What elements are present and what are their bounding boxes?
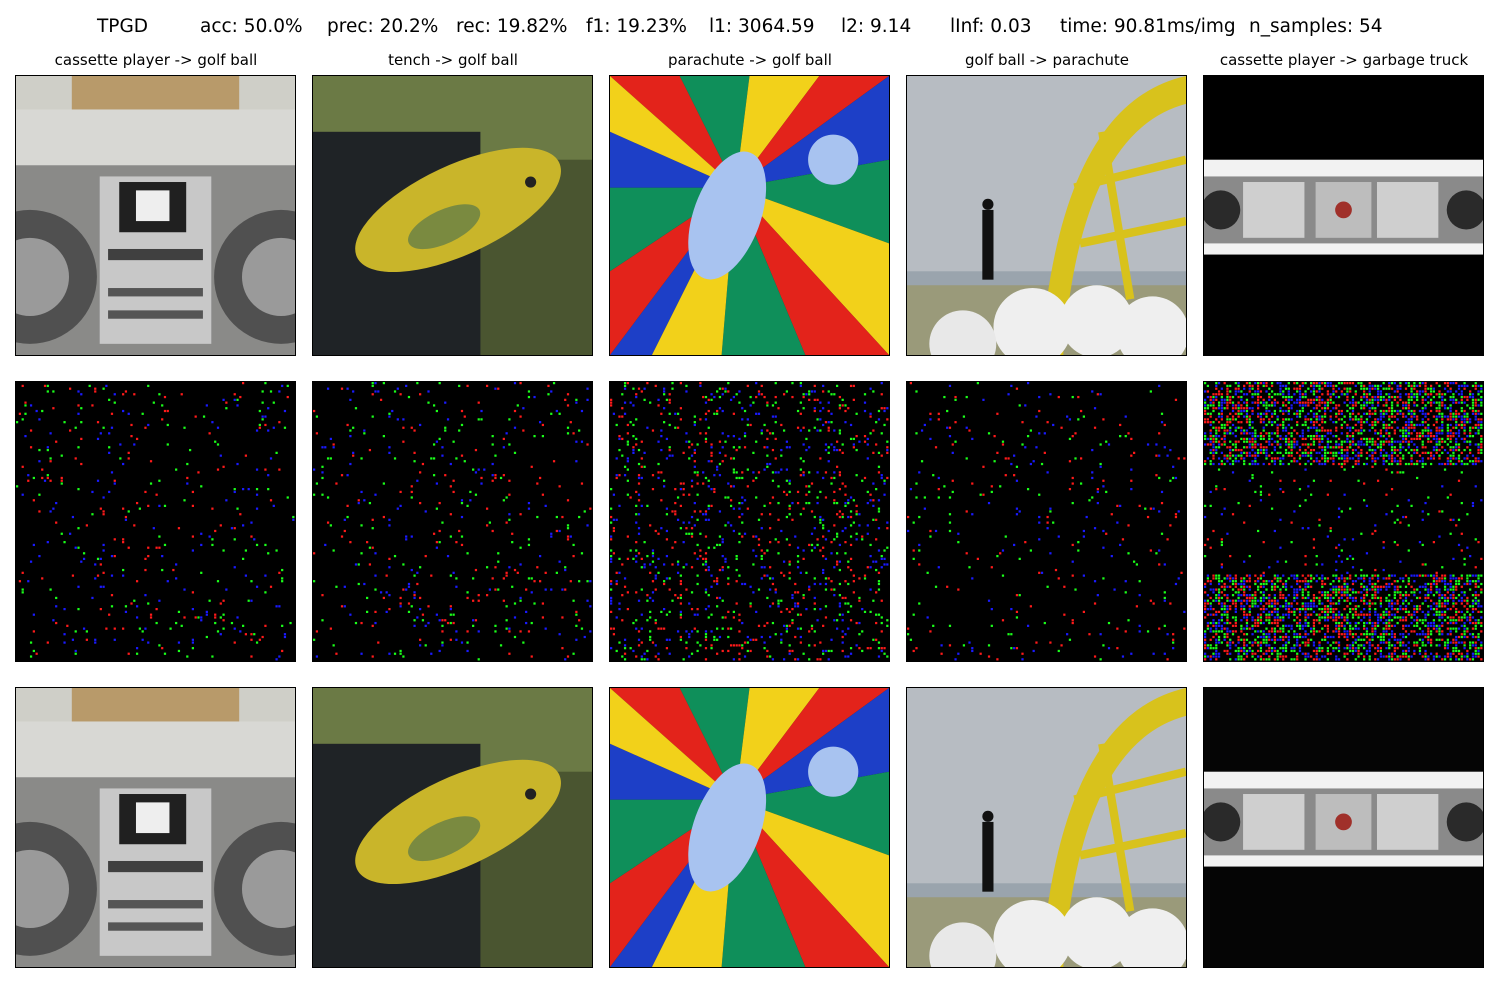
- original-boombox-image: [15, 75, 296, 356]
- time-metric: time: 90.81ms/img: [1060, 16, 1236, 37]
- column-title-2: tench -> golf ball: [388, 51, 518, 69]
- column-title-1: cassette player -> golf ball: [54, 51, 258, 69]
- precision-metric: prec: 20.2%: [327, 16, 439, 37]
- l1-metric: l1: 3064.59: [709, 16, 815, 37]
- adversarial-stereo-image: [1203, 687, 1484, 968]
- column-title-4: golf ball -> parachute: [965, 51, 1129, 69]
- recall-metric: rec: 19.82%: [456, 16, 568, 37]
- adversarial-fish-image: [312, 687, 593, 968]
- perturbation-map-4: [906, 381, 1187, 662]
- perturbation-map-2: [312, 381, 593, 662]
- l2-metric: l2: 9.14: [841, 16, 912, 37]
- column-title-3: parachute -> golf ball: [668, 51, 832, 69]
- adversarial-golf-range-image: [906, 687, 1187, 968]
- linf-metric: lInf: 0.03: [950, 16, 1032, 37]
- accuracy-metric: acc: 50.0%: [200, 16, 303, 37]
- n-samples-metric: n_samples: 54: [1249, 16, 1383, 37]
- original-golf-range-image: [906, 75, 1187, 356]
- adversarial-parachute-image: [609, 687, 890, 968]
- perturbation-map-1: [15, 381, 296, 662]
- metrics-header: TPGD acc: 50.0% prec: 20.2% rec: 19.82% …: [0, 16, 1500, 42]
- f1-metric: f1: 19.23%: [586, 16, 687, 37]
- original-fish-image: [312, 75, 593, 356]
- column-title-5: cassette player -> garbage truck: [1219, 51, 1469, 69]
- adversarial-boombox-image: [15, 687, 296, 968]
- perturbation-map-3: [609, 381, 890, 662]
- original-stereo-image: [1203, 75, 1484, 356]
- attack-method: TPGD: [97, 16, 149, 37]
- perturbation-map-5: [1203, 381, 1484, 662]
- original-parachute-image: [609, 75, 890, 356]
